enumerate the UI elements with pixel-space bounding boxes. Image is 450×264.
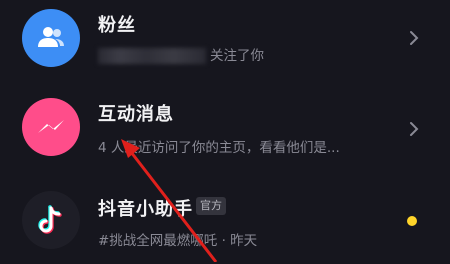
interactions-subtitle: 4 人最近访问了你的主页，看看他们是... — [98, 140, 340, 156]
interactions-title: 互动消息 — [98, 104, 174, 125]
message-row-assistant[interactable]: 抖音小助手 #挑战全网最燃哪吒 · 昨天 — [0, 176, 450, 264]
blurred-username — [98, 48, 206, 64]
chevron-right-icon[interactable] — [408, 121, 420, 137]
people-icon — [38, 27, 64, 47]
fans-subtitle: 关注了你 — [98, 44, 264, 64]
fans-title: 粉丝 — [98, 15, 136, 36]
message-row-interactions[interactable]: 互动消息 4 人最近访问了你的主页，看看他们是... — [0, 88, 450, 176]
unread-dot — [407, 216, 417, 226]
message-row-fans[interactable]: 粉丝 关注了你 — [0, 0, 450, 88]
assistant-subtitle: #挑战全网最燃哪吒 · 昨天 — [98, 233, 258, 249]
assistant-avatar — [22, 191, 80, 249]
assistant-title: 抖音小助手 — [98, 199, 193, 220]
chevron-right-icon[interactable] — [408, 30, 420, 46]
message-list: 粉丝 关注了你 互动消息 4 人最近访问了你的主页，看看他们是... 抖音小助手… — [0, 0, 450, 262]
tiktok-logo-icon — [38, 205, 62, 234]
interactions-avatar — [22, 98, 80, 156]
fans-subtitle-text: 关注了你 — [210, 48, 264, 64]
official-badge: 官方 — [196, 197, 226, 215]
fans-avatar — [22, 9, 80, 67]
messenger-bolt-icon — [38, 120, 64, 133]
